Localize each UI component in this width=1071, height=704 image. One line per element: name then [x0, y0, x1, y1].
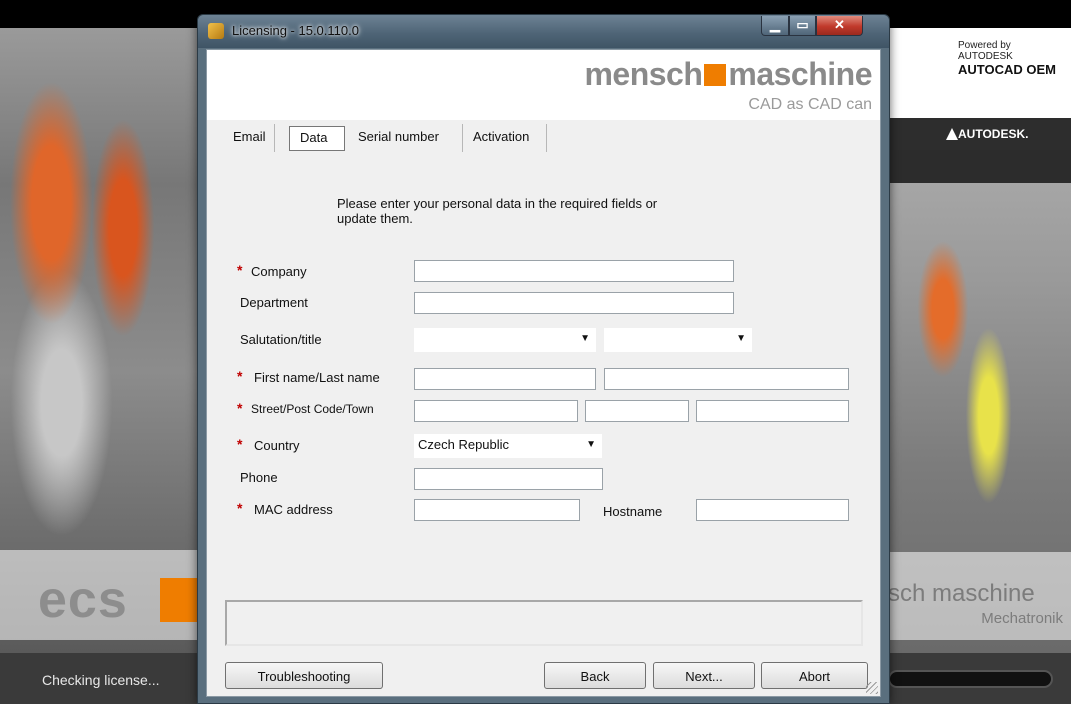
company-required-mark: *: [237, 262, 243, 278]
dialog-content: mensch maschine CAD as CAD can Email Data…: [206, 49, 881, 697]
title-select[interactable]: ▼: [604, 328, 752, 352]
chevron-down-icon: ▼: [580, 333, 590, 344]
autodesk-bar: AUTODESK.: [888, 118, 1071, 150]
company-label: Company: [251, 264, 307, 279]
next-button[interactable]: Next...: [653, 662, 755, 689]
intro-text: Please enter your personal data in the r…: [337, 196, 658, 226]
chevron-down-icon: ▼: [736, 333, 746, 344]
header-tagline: CAD as CAD can: [748, 96, 872, 113]
logo-word-maschine: maschine: [728, 56, 872, 92]
maximize-button[interactable]: ▭: [789, 16, 816, 36]
mensch-maschine-header-logo: mensch maschine: [584, 56, 872, 93]
mensch-maschine-logo-text: sch maschine: [888, 580, 1035, 607]
tab-serial-number[interactable]: Serial number: [348, 124, 463, 152]
mac-address-field[interactable]: [414, 499, 580, 521]
mac-address-label: MAC address: [254, 502, 333, 517]
department-field[interactable]: [414, 292, 734, 314]
country-value: Czech Republic: [418, 437, 510, 452]
autocad-oem-text: AUTOCAD OEM: [958, 62, 1056, 77]
dialog-header: mensch maschine CAD as CAD can: [207, 50, 880, 120]
street-field[interactable]: [414, 400, 578, 422]
back-button[interactable]: Back: [544, 662, 646, 689]
salutation-select[interactable]: ▼: [414, 328, 596, 352]
powered-by-text: Powered by: [958, 40, 1011, 51]
country-select[interactable]: Czech Republic ▼: [414, 434, 602, 458]
status-text: Checking license...: [42, 672, 160, 688]
company-field[interactable]: [414, 260, 734, 282]
street-required-mark: *: [237, 400, 243, 416]
abort-button[interactable]: Abort: [761, 662, 868, 689]
tab-email[interactable]: Email: [223, 124, 275, 152]
autodesk-bar-label: AUTODESK.: [958, 127, 1029, 141]
progress-bar: [888, 670, 1053, 688]
logo-word-mensch: mensch: [584, 56, 703, 92]
town-field[interactable]: [696, 400, 849, 422]
autodesk-text: AUTODESK: [958, 51, 1013, 62]
country-required-mark: *: [237, 436, 243, 452]
name-label: First name/Last name: [254, 370, 380, 385]
key-icon: [208, 23, 224, 39]
resize-grip-icon[interactable]: [866, 682, 878, 694]
close-button[interactable]: ✕: [816, 16, 863, 36]
licensing-window: Licensing - 15.0.110.0 ▁ ▭ ✕ mensch masch…: [197, 14, 890, 704]
mensch-maschine-logo: sch maschine Mechatronik: [888, 552, 1071, 640]
chevron-down-icon: ▼: [586, 439, 596, 450]
ecs-logo-text: ecs: [38, 571, 128, 629]
tab-data[interactable]: Data: [289, 126, 345, 151]
department-label: Department: [240, 295, 308, 310]
phone-label: Phone: [240, 470, 278, 485]
post-code-field[interactable]: [585, 400, 689, 422]
hostname-field[interactable]: [696, 499, 849, 521]
minimize-button[interactable]: ▁: [761, 16, 789, 36]
salutation-label: Salutation/title: [240, 332, 322, 347]
last-name-field[interactable]: [604, 368, 849, 390]
autodesk-logo-icon: [946, 128, 958, 140]
troubleshooting-button[interactable]: Troubleshooting: [225, 662, 383, 689]
first-name-field[interactable]: [414, 368, 596, 390]
street-label: Street/Post Code/Town: [251, 402, 374, 416]
powered-by-autodesk: Powered by AUTODESK AUTOCAD OEM: [958, 40, 1056, 77]
name-required-mark: *: [237, 368, 243, 384]
title-bar[interactable]: Licensing - 15.0.110.0 ▁ ▭ ✕: [198, 15, 889, 48]
logo-x-icon: [704, 64, 727, 86]
window-title: Licensing - 15.0.110.0: [232, 23, 359, 38]
mechatronik-text: Mechatronik: [981, 610, 1063, 627]
ecs-logo: ecs: [0, 550, 205, 640]
message-box: [225, 600, 863, 646]
hostname-label: Hostname: [603, 504, 663, 519]
phone-field[interactable]: [414, 468, 603, 490]
tab-activation[interactable]: Activation: [463, 124, 547, 152]
mac-required-mark: *: [237, 500, 243, 516]
country-label: Country: [254, 438, 300, 453]
